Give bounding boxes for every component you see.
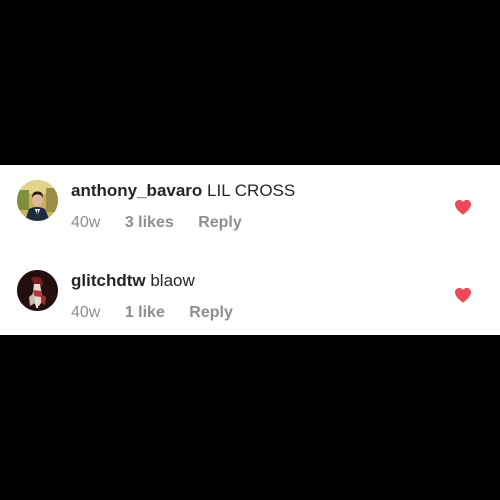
comment-item: glitchdtw blaow 40w 1 like Reply: [0, 267, 500, 342]
avatar-photo-icon: [17, 180, 58, 221]
reply-button[interactable]: Reply: [189, 303, 233, 323]
avatar-photo-icon: [17, 270, 58, 311]
comment-likes-count[interactable]: 1 like: [125, 303, 165, 323]
comment-timestamp: 40w: [71, 214, 101, 231]
comments-panel: anthony_bavaro LIL CROSS 40w 3 likes Rep…: [0, 165, 500, 335]
heart-filled-icon[interactable]: [454, 199, 472, 215]
avatar[interactable]: [17, 180, 58, 221]
comment-meta: 40w 1 like Reply: [71, 303, 233, 323]
comment-likes-count[interactable]: 3 likes: [125, 213, 174, 233]
comment-item: anthony_bavaro LIL CROSS 40w 3 likes Rep…: [0, 177, 500, 252]
heart-filled-icon[interactable]: [454, 287, 472, 303]
comment-line: anthony_bavaro LIL CROSS: [71, 180, 295, 202]
avatar[interactable]: [17, 270, 58, 311]
comment-meta: 40w 3 likes Reply: [71, 213, 242, 233]
comment-username[interactable]: anthony_bavaro: [71, 181, 202, 200]
comment-text: LIL CROSS: [207, 181, 296, 200]
screenshot-frame: anthony_bavaro LIL CROSS 40w 3 likes Rep…: [0, 0, 500, 500]
comment-line: glitchdtw blaow: [71, 270, 195, 292]
comment-text: blaow: [150, 271, 195, 290]
comment-username[interactable]: glitchdtw: [71, 271, 146, 290]
reply-button[interactable]: Reply: [198, 213, 242, 233]
comment-timestamp: 40w: [71, 304, 101, 321]
